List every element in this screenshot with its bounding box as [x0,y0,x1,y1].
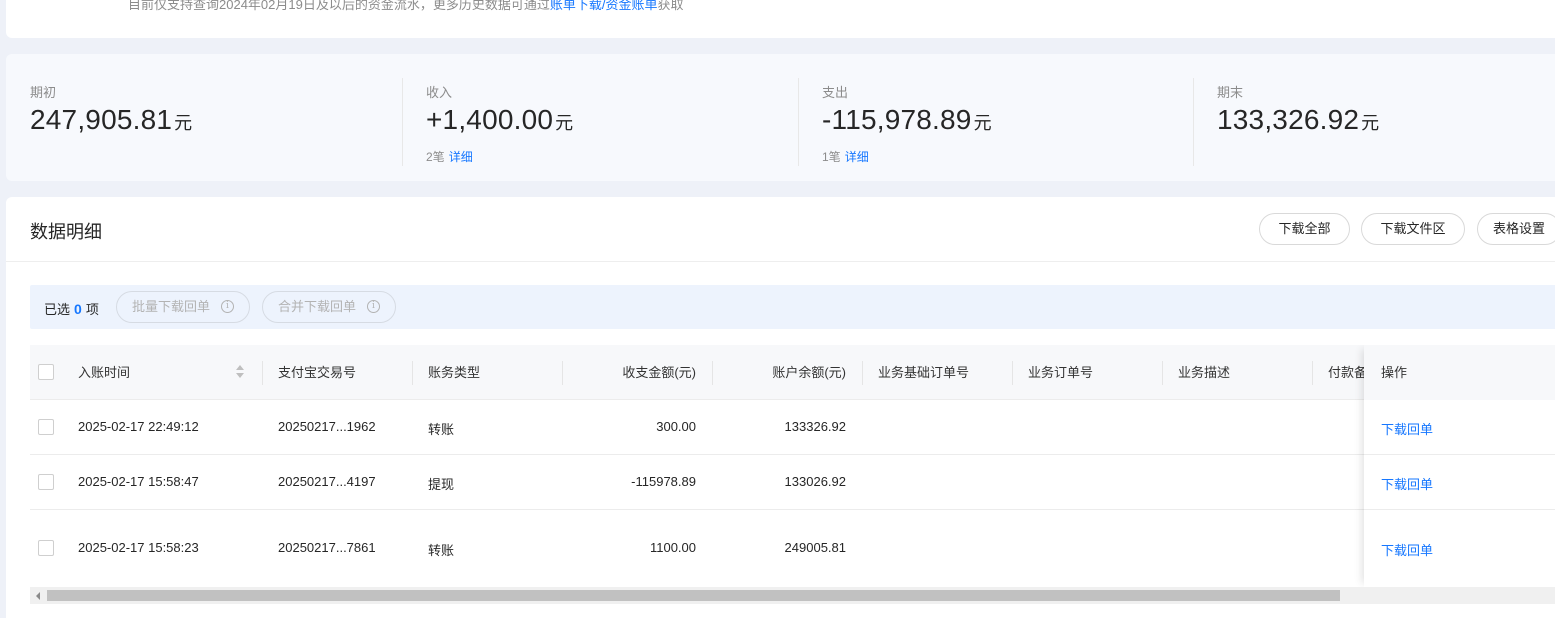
cell-type: 转账 [428,543,455,558]
closing-stat: 期末 133,326.92 元 [1217,54,1547,181]
income-amount: +1,400.00 [426,104,554,135]
transactions-table: 入账时间 支付宝交易号 账务类型 收支金额(元) 账户余额(元) 业务基础订单号… [30,345,1555,587]
scrollbar-thumb[interactable] [47,590,1340,601]
scroll-left-arrow-icon[interactable] [36,592,40,600]
expense-amount: -115,978.89 [822,104,972,135]
bill-download-link[interactable]: 账单下载/资金账单 [550,0,658,12]
table-row: 2025-02-17 15:58:23 20250217...7861 转账 1… [30,510,1555,587]
income-count: 2笔 [426,150,445,164]
closing-amount: 133,326.92 [1217,104,1360,135]
expense-sub: 1笔 详细 [822,148,869,165]
col-order: 业务订单号 [1028,365,1094,380]
expense-value: -115,978.89 元 [822,104,992,136]
batch-download-label: 批量下载回单 [132,299,211,314]
info-icon: i [221,300,234,313]
cell-balance: 133326.92 [784,419,846,434]
opening-label: 期初 [30,85,57,100]
data-detail-card: 数据明细 下载全部 下载文件区 表格设置 已选 0 项 批量下载回单 i 合并下载回… [6,197,1555,618]
col-base-order: 业务基础订单号 [878,365,970,380]
section-title: 数据明细 [30,222,102,242]
col-payer: 付款备 [1328,365,1368,380]
income-value: +1,400.00 元 [426,104,573,136]
download-receipt-link[interactable]: 下载回单 [1381,419,1433,438]
table-header: 入账时间 支付宝交易号 账务类型 收支金额(元) 账户余额(元) 业务基础订单号… [30,345,1555,400]
info-icon: i [367,300,380,313]
sort-icon[interactable] [236,365,244,379]
cell-type: 转账 [428,422,455,437]
stat-divider [402,78,403,166]
expense-detail-link[interactable]: 详细 [845,150,869,164]
row-checkbox[interactable] [38,419,54,435]
download-all-button[interactable]: 下载全部 [1259,213,1350,245]
row-checkbox[interactable] [38,474,54,490]
income-detail-link[interactable]: 详细 [449,150,473,164]
column-separator [1312,361,1313,385]
batch-download-receipts-button[interactable]: 批量下载回单 i [116,291,250,323]
col-time[interactable]: 入账时间 [78,345,130,400]
cell-time: 2025-02-17 22:49:12 [78,419,199,434]
cell-amount: 1100.00 [649,540,696,555]
select-all-checkbox[interactable] [38,364,54,380]
closing-label: 期末 [1217,85,1244,100]
column-separator [1162,361,1163,385]
notice-card: 目前仅支持查询2024年02月19日及以后的资金流水，更多历史数据可通过账单下载… [6,0,1555,38]
column-separator [412,361,413,385]
col-desc: 业务描述 [1178,365,1231,380]
cell-trade-no: 20250217...4197 [278,474,376,489]
opening-stat: 期初 247,905.81 元 [30,54,400,181]
stat-divider [798,78,799,166]
header-divider [6,261,1555,262]
column-separator [262,361,263,385]
download-receipt-link[interactable]: 下载回单 [1381,474,1433,493]
closing-unit: 元 [1361,113,1380,133]
expense-count: 1笔 [822,150,841,164]
income-stat: 收入 +1,400.00 元 2笔 详细 [426,54,796,181]
cell-amount: 300.00 [656,419,696,434]
opening-unit: 元 [174,113,193,133]
notice-text: 目前仅支持查询2024年02月19日及以后的资金流水，更多历史数据可通过账单下载… [128,0,683,13]
cell-amount: -115978.89 [631,474,696,489]
column-separator [862,361,863,385]
income-label: 收入 [426,85,453,100]
opening-amount: 247,905.81 [30,104,173,135]
col-amount: 收支金额(元) [622,365,696,380]
table-row: 2025-02-17 15:58:47 20250217...4197 提现 -… [30,455,1555,510]
column-separator [1012,361,1013,385]
col-balance: 账户余额(元) [772,365,846,380]
selected-suffix: 项 [85,302,99,317]
download-receipt-link[interactable]: 下载回单 [1381,540,1433,559]
selected-prefix: 已选 [44,302,71,317]
col-type: 账务类型 [428,365,481,380]
table-settings-button[interactable]: 表格设置 [1477,213,1555,245]
income-sub: 2笔 详细 [426,148,473,165]
horizontal-scrollbar[interactable] [30,587,1555,604]
notice-prefix: 目前仅支持查询2024年02月19日及以后的资金流水，更多历史数据可通过 [128,0,550,12]
opening-value: 247,905.81 元 [30,104,192,136]
selection-bar: 已选 0 项 批量下载回单 i 合并下载回单 i [30,285,1555,329]
cell-trade-no: 20250217...7861 [278,540,376,555]
cell-time: 2025-02-17 15:58:47 [78,474,199,489]
cell-balance: 249005.81 [784,540,846,555]
expense-unit: 元 [973,113,992,133]
row-checkbox[interactable] [38,540,54,556]
col-action: 操作 [1381,365,1408,380]
summary-card: 期初 247,905.81 元 收入 +1,400.00 元 2笔 详细 支出 -11… [6,54,1555,181]
download-area-button[interactable]: 下载文件区 [1361,213,1465,245]
expense-label: 支出 [822,85,849,100]
cell-time: 2025-02-17 15:58:23 [78,540,199,555]
income-unit: 元 [555,113,574,133]
closing-value: 133,326.92 元 [1217,104,1379,136]
selected-count-text: 已选 0 项 [44,299,99,318]
merge-download-label: 合并下载回单 [278,299,357,314]
cell-type: 提现 [428,477,455,492]
expense-stat: 支出 -115,978.89 元 1笔 详细 [822,54,1192,181]
cell-balance: 133026.92 [784,474,846,489]
merge-download-receipts-button[interactable]: 合并下载回单 i [262,291,396,323]
table-row: 2025-02-17 22:49:12 20250217...1962 转账 3… [30,400,1555,455]
selected-count: 0 [74,301,82,317]
stat-divider [1193,78,1194,166]
notice-suffix: 获取 [657,0,684,12]
cell-trade-no: 20250217...1962 [278,419,376,434]
col-trade-no: 支付宝交易号 [278,365,357,380]
